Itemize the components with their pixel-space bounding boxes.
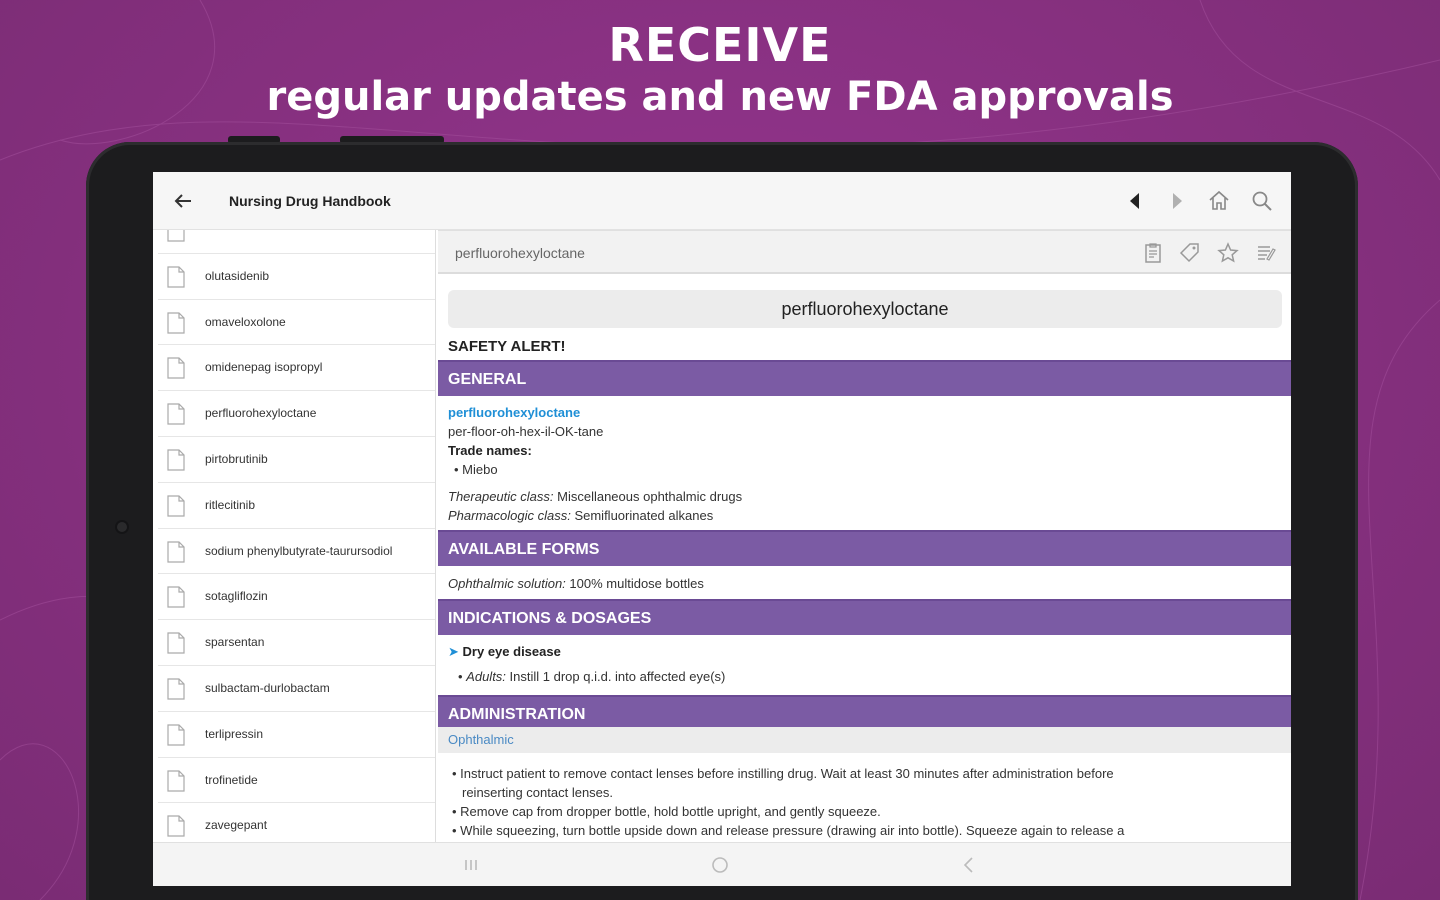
document-icon — [167, 724, 185, 746]
drug-link[interactable]: perfluorohexyloctane — [448, 405, 580, 420]
monograph-panel: perfluorohexyloctane perfluorohexyloctan… — [438, 230, 1291, 842]
document-icon — [167, 230, 185, 242]
home-icon[interactable] — [1207, 189, 1231, 213]
document-icon — [167, 540, 185, 563]
document-icon — [167, 632, 185, 654]
dose-value: Instill 1 drop q.i.d. into affected eye(… — [509, 669, 726, 684]
back-chevron-icon[interactable] — [957, 853, 981, 877]
route-ophthalmic: Ophthalmic — [438, 727, 1291, 753]
drug-title: perfluorohexyloctane — [448, 290, 1282, 328]
therapeutic-value: Miscellaneous ophthalmic drugs — [557, 489, 743, 504]
promo-title: RECEIVE — [608, 18, 832, 72]
pharmacologic-label: Pharmacologic class: — [448, 508, 571, 523]
admin-bullet-continued: reinserting contact lenses. — [462, 785, 614, 800]
list-item[interactable]: omaveloxolone — [158, 300, 435, 346]
admin-bullet-text: While squeezing, turn bottle upside down… — [460, 823, 1125, 838]
document-icon — [167, 449, 185, 471]
list-item[interactable]: olutasidenib — [158, 254, 435, 300]
admin-bullet-text: Instruct patient to remove contact lense… — [460, 766, 1114, 781]
list-item[interactable]: sparsentan — [158, 620, 435, 666]
available-form: Ophthalmic solution: 100% multidose bott… — [448, 576, 704, 591]
list-item[interactable]: sodium phenylbutyrate-taurursodiol — [158, 529, 435, 575]
back-arrow-icon[interactable] — [171, 189, 195, 213]
section-indications-dosages[interactable]: INDICATIONS & DOSAGES — [438, 599, 1291, 635]
home-circle-icon[interactable] — [708, 853, 732, 877]
admin-bullet-text: Remove cap from dropper bottle, hold bot… — [460, 804, 881, 819]
star-icon[interactable] — [1216, 241, 1240, 265]
list-item[interactable]: perfluorohexyloctane — [158, 391, 435, 437]
list-item-label: perfluorohexyloctane — [205, 406, 317, 421]
list-item-label: sulbactam-durlobactam — [205, 680, 330, 695]
app-bar: Nursing Drug Handbook — [153, 172, 1291, 230]
list-item[interactable]: terlipressin — [158, 712, 435, 758]
list-item[interactable]: trofinetide — [158, 758, 435, 804]
list-item-label: ritlecitinib — [205, 497, 256, 512]
list-item-label: trofinetide — [205, 772, 258, 787]
clipboard-icon[interactable] — [1141, 241, 1165, 265]
list-item-label: sodium phenylbutyrate-taurursodiol — [205, 543, 393, 558]
indication-row: ➤ Dry eye disease — [448, 644, 561, 660]
app-screen: Nursing Drug Handbook omnecetide-varlone… — [153, 172, 1291, 886]
prev-triangle-icon[interactable] — [1123, 189, 1147, 213]
list-item[interactable]: ritlecitinib — [158, 483, 435, 529]
next-triangle-icon[interactable] — [1165, 189, 1189, 213]
list-item-label: sotagliflozin — [205, 589, 268, 604]
tablet-camera — [117, 522, 127, 532]
pharmacologic-value: Semifluorinated alkanes — [574, 508, 714, 523]
list-item-label: olutasidenib — [205, 268, 270, 283]
search-input[interactable]: perfluorohexyloctane — [455, 245, 585, 261]
form-value: 100% multidose bottles — [569, 576, 704, 591]
form-label: Ophthalmic solution: — [448, 576, 566, 591]
document-icon — [167, 311, 185, 334]
list-item-label: omidenepag isopropyl — [205, 360, 323, 375]
pharmacologic-class: Pharmacologic class: Semifluorinated alk… — [448, 508, 713, 523]
admin-bullet: • While squeezing, turn bottle upside do… — [452, 823, 1125, 838]
section-general[interactable]: GENERAL — [438, 360, 1291, 396]
therapeutic-class: Therapeutic class: Miscellaneous ophthal… — [448, 489, 742, 504]
notes-icon[interactable] — [1254, 241, 1278, 265]
search-icon[interactable] — [1250, 189, 1274, 213]
list-item-label: terlipressin — [205, 726, 264, 741]
list-item[interactable]: omnecetide-varlone — [158, 230, 435, 254]
indication-condition: Dry eye disease — [462, 644, 561, 659]
app-title: Nursing Drug Handbook — [229, 193, 391, 209]
trade-names-label: Trade names: — [448, 443, 532, 458]
section-administration[interactable]: ADMINISTRATION — [438, 695, 1291, 731]
list-item[interactable]: zavegepant — [158, 803, 435, 842]
document-icon — [167, 678, 185, 700]
trade-name-item: • Miebo — [454, 462, 498, 477]
tag-icon[interactable] — [1178, 241, 1202, 265]
list-item[interactable]: pirtobrutinib — [158, 437, 435, 483]
section-available-forms[interactable]: AVAILABLE FORMS — [438, 530, 1291, 566]
document-icon — [167, 815, 185, 837]
list-item[interactable]: sulbactam-durlobactam — [158, 666, 435, 712]
list-item-label: sparsentan — [205, 635, 265, 650]
therapeutic-label: Therapeutic class: — [448, 489, 554, 504]
arrow-bullet-icon: ➤ — [448, 644, 459, 659]
list-item-label: zavegepant — [205, 818, 268, 833]
list-item[interactable]: omidenepag isopropyl — [158, 345, 435, 392]
promo-subtitle: regular updates and new FDA approvals — [266, 74, 1174, 120]
document-icon — [167, 586, 185, 608]
document-icon — [167, 266, 185, 288]
admin-bullet: • Remove cap from dropper bottle, hold b… — [452, 804, 881, 819]
list-item[interactable]: sotagliflozin — [158, 574, 435, 621]
document-icon — [167, 357, 185, 379]
document-icon — [167, 769, 185, 792]
dose-label: Adults: — [466, 669, 506, 684]
admin-bullet: • Instruct patient to remove contact len… — [452, 766, 1114, 781]
safety-alert: SAFETY ALERT! — [448, 338, 566, 355]
list-item-label: omaveloxolone — [205, 314, 286, 329]
search-bar: perfluorohexyloctane — [438, 230, 1291, 274]
recents-icon[interactable] — [459, 853, 483, 877]
system-nav-bar — [153, 842, 1291, 886]
document-icon — [167, 495, 185, 517]
drug-list[interactable]: omnecetide-varlone olutasidenib omavelox… — [153, 230, 436, 842]
trade-name: Miebo — [462, 462, 498, 477]
pronunciation: per-floor-oh-hex-il-OK-tane — [448, 424, 604, 439]
document-icon — [167, 403, 185, 425]
dosage-row: • Adults: Instill 1 drop q.i.d. into aff… — [458, 669, 726, 684]
list-item-label: pirtobrutinib — [205, 451, 268, 466]
